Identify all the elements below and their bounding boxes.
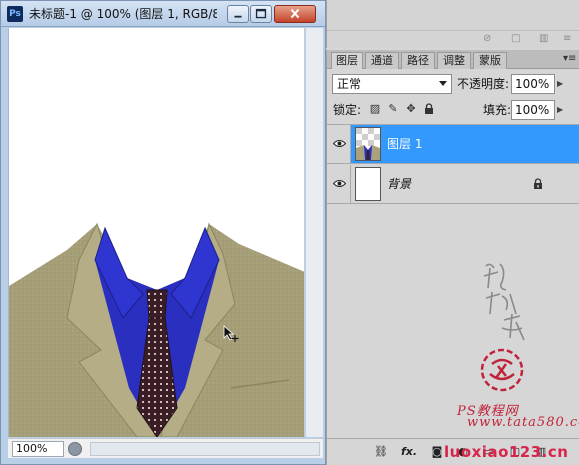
tab-channels[interactable]: 通道 [365,52,399,69]
fill-input[interactable]: 100% [511,100,555,120]
layers-panel: 图层 通道 路径 调整 蒙版 ▾≡ 正常 不透明度: 100% ▶ 锁定: ▨ … [326,50,579,465]
maximize-button[interactable] [250,5,272,23]
eye-icon [333,180,346,187]
layer-thumbnail [355,127,381,161]
lock-move-icon[interactable]: ✥ [405,103,417,115]
zoom-level-field[interactable]: 100% [12,441,64,457]
opacity-label: 不透明度: [457,77,510,91]
fill-slider-arrow-icon[interactable]: ▶ [557,103,567,117]
layer-style-fx-icon[interactable]: fx. [401,444,417,460]
lock-transparency-icon[interactable]: ▨ [369,103,381,115]
layer-thumbnail [355,167,381,201]
tab-paths[interactable]: 路径 [401,52,435,69]
vertical-scrollbar[interactable] [305,28,323,437]
lock-row: 锁定: ▨ ✎ ✥ 填充: 100% ▶ [327,100,579,120]
status-bar: 100% [8,438,323,458]
lock-label: 锁定: [333,103,362,117]
panel-divider [327,30,579,31]
document-window: Ps 未标题-1 @ 100% (图层 1, RGB/8... 100% [0,0,326,465]
trash-icon[interactable]: ▥ [539,34,549,44]
add-mask-icon[interactable]: ◙ [429,444,445,460]
panel-menu-icon[interactable]: ▾≡ [563,53,576,65]
maximize-icon [255,8,267,19]
close-button[interactable] [274,5,316,23]
close-icon [290,8,300,19]
opacity-input[interactable]: 100% [511,74,555,94]
layer-row-background[interactable]: 背景 [327,165,579,204]
move-tool-cursor-icon [223,325,239,342]
tab-layers[interactable]: 图层 [331,52,363,69]
lock-all-icon[interactable] [423,103,435,115]
new-item-icon[interactable]: □ [511,34,521,44]
eye-icon [333,140,346,147]
opacity-slider-arrow-icon[interactable]: ▶ [557,77,567,91]
blend-mode-value: 正常 [337,77,362,91]
layer-row-layer-1[interactable]: 图层 1 [327,125,579,164]
horizontal-scrollbar[interactable] [90,442,320,456]
status-info-icon[interactable] [68,442,82,456]
layers-list: 图层 1 背景 [327,124,579,434]
watermark-text-site: luoxiao123.cn [444,443,569,461]
tab-masks[interactable]: 蒙版 [473,52,507,69]
tab-adjustments[interactable]: 调整 [437,52,471,69]
layer-lock-icon [534,178,542,189]
red-seal-stamp-icon [480,348,524,392]
layer-name: 背景 [387,177,412,191]
layer-visibility-toggle[interactable] [327,165,351,203]
no-entry-icon[interactable]: ⊘ [483,34,493,44]
panel-menu-icon[interactable]: ≡ [563,34,573,44]
image-canvas[interactable] [8,28,304,437]
photoshop-app-icon: Ps [7,6,23,22]
layer-visibility-toggle[interactable] [327,125,351,163]
collapsed-panel-strip: ⊘ □ ▥ ≡ [326,0,579,48]
chevron-down-icon [439,81,447,86]
fill-label: 填充: [483,103,512,117]
panel-tab-row: 图层 通道 路径 调整 蒙版 ▾≡ [327,50,579,69]
blend-mode-select[interactable]: 正常 [332,74,452,94]
document-titlebar[interactable]: Ps 未标题-1 @ 100% (图层 1, RGB/8... [1,1,325,27]
link-layers-icon[interactable]: ⛓ [373,444,389,460]
watermark-text-url: www.tata580.com [467,415,579,430]
minimize-icon [234,15,242,18]
suit-template-image [9,222,304,437]
minimize-button[interactable] [227,5,249,23]
layer-name: 图层 1 [387,137,423,151]
calligraphy-watermark [483,263,525,341]
document-title: 未标题-1 @ 100% (图层 1, RGB/8... [29,7,217,21]
lock-paint-brush-icon[interactable]: ✎ [387,103,399,115]
